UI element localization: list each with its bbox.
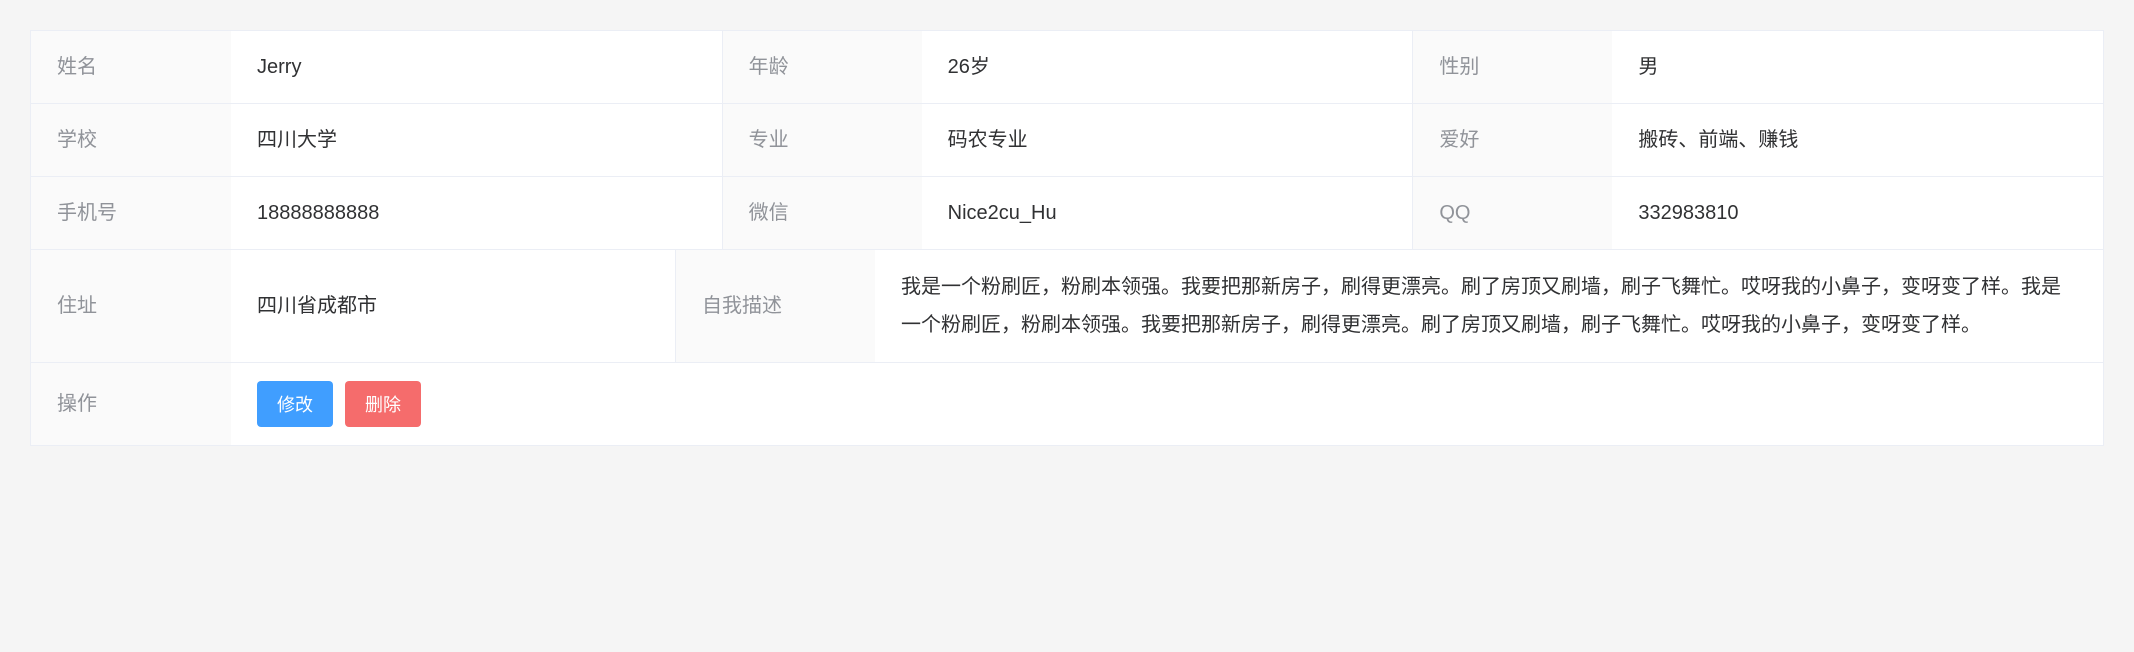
label-action: 操作 [31, 363, 231, 445]
label-school: 学校 [31, 104, 231, 176]
label-major: 专业 [722, 104, 922, 176]
value-hobby: 搬砖、前端、赚钱 [1612, 104, 2103, 176]
table-row: 手机号 18888888888 微信 Nice2cu_Hu QQ 3329838… [31, 177, 2103, 250]
value-wechat: Nice2cu_Hu [922, 177, 1413, 249]
table-row: 操作 修改 删除 [31, 363, 2103, 445]
label-name: 姓名 [31, 31, 231, 103]
table-row: 学校 四川大学 专业 码农专业 爱好 搬砖、前端、赚钱 [31, 104, 2103, 177]
table-row: 住址 四川省成都市 自我描述 我是一个粉刷匠，粉刷本领强。我要把那新房子，刷得更… [31, 250, 2103, 363]
delete-button[interactable]: 删除 [345, 381, 421, 427]
value-major: 码农专业 [922, 104, 1413, 176]
edit-button[interactable]: 修改 [257, 381, 333, 427]
label-hobby: 爱好 [1412, 104, 1612, 176]
label-qq: QQ [1412, 177, 1612, 249]
value-age: 26岁 [922, 31, 1413, 103]
label-age: 年龄 [722, 31, 922, 103]
label-address: 住址 [31, 250, 231, 362]
value-description: 我是一个粉刷匠，粉刷本领强。我要把那新房子，刷得更漂亮。刷了房顶又刷墙，刷子飞舞… [875, 250, 2103, 362]
label-wechat: 微信 [722, 177, 922, 249]
table-row: 姓名 Jerry 年龄 26岁 性别 男 [31, 31, 2103, 104]
value-address: 四川省成都市 [231, 250, 675, 362]
value-gender: 男 [1612, 31, 2103, 103]
label-description: 自我描述 [675, 250, 875, 362]
descriptions-panel: 姓名 Jerry 年龄 26岁 性别 男 学校 四川大学 专业 码农专业 爱好 … [30, 30, 2104, 446]
label-gender: 性别 [1412, 31, 1612, 103]
value-qq: 332983810 [1612, 177, 2103, 249]
action-cell: 修改 删除 [231, 363, 2103, 445]
label-phone: 手机号 [31, 177, 231, 249]
value-name: Jerry [231, 31, 722, 103]
value-school: 四川大学 [231, 104, 722, 176]
value-phone: 18888888888 [231, 177, 722, 249]
